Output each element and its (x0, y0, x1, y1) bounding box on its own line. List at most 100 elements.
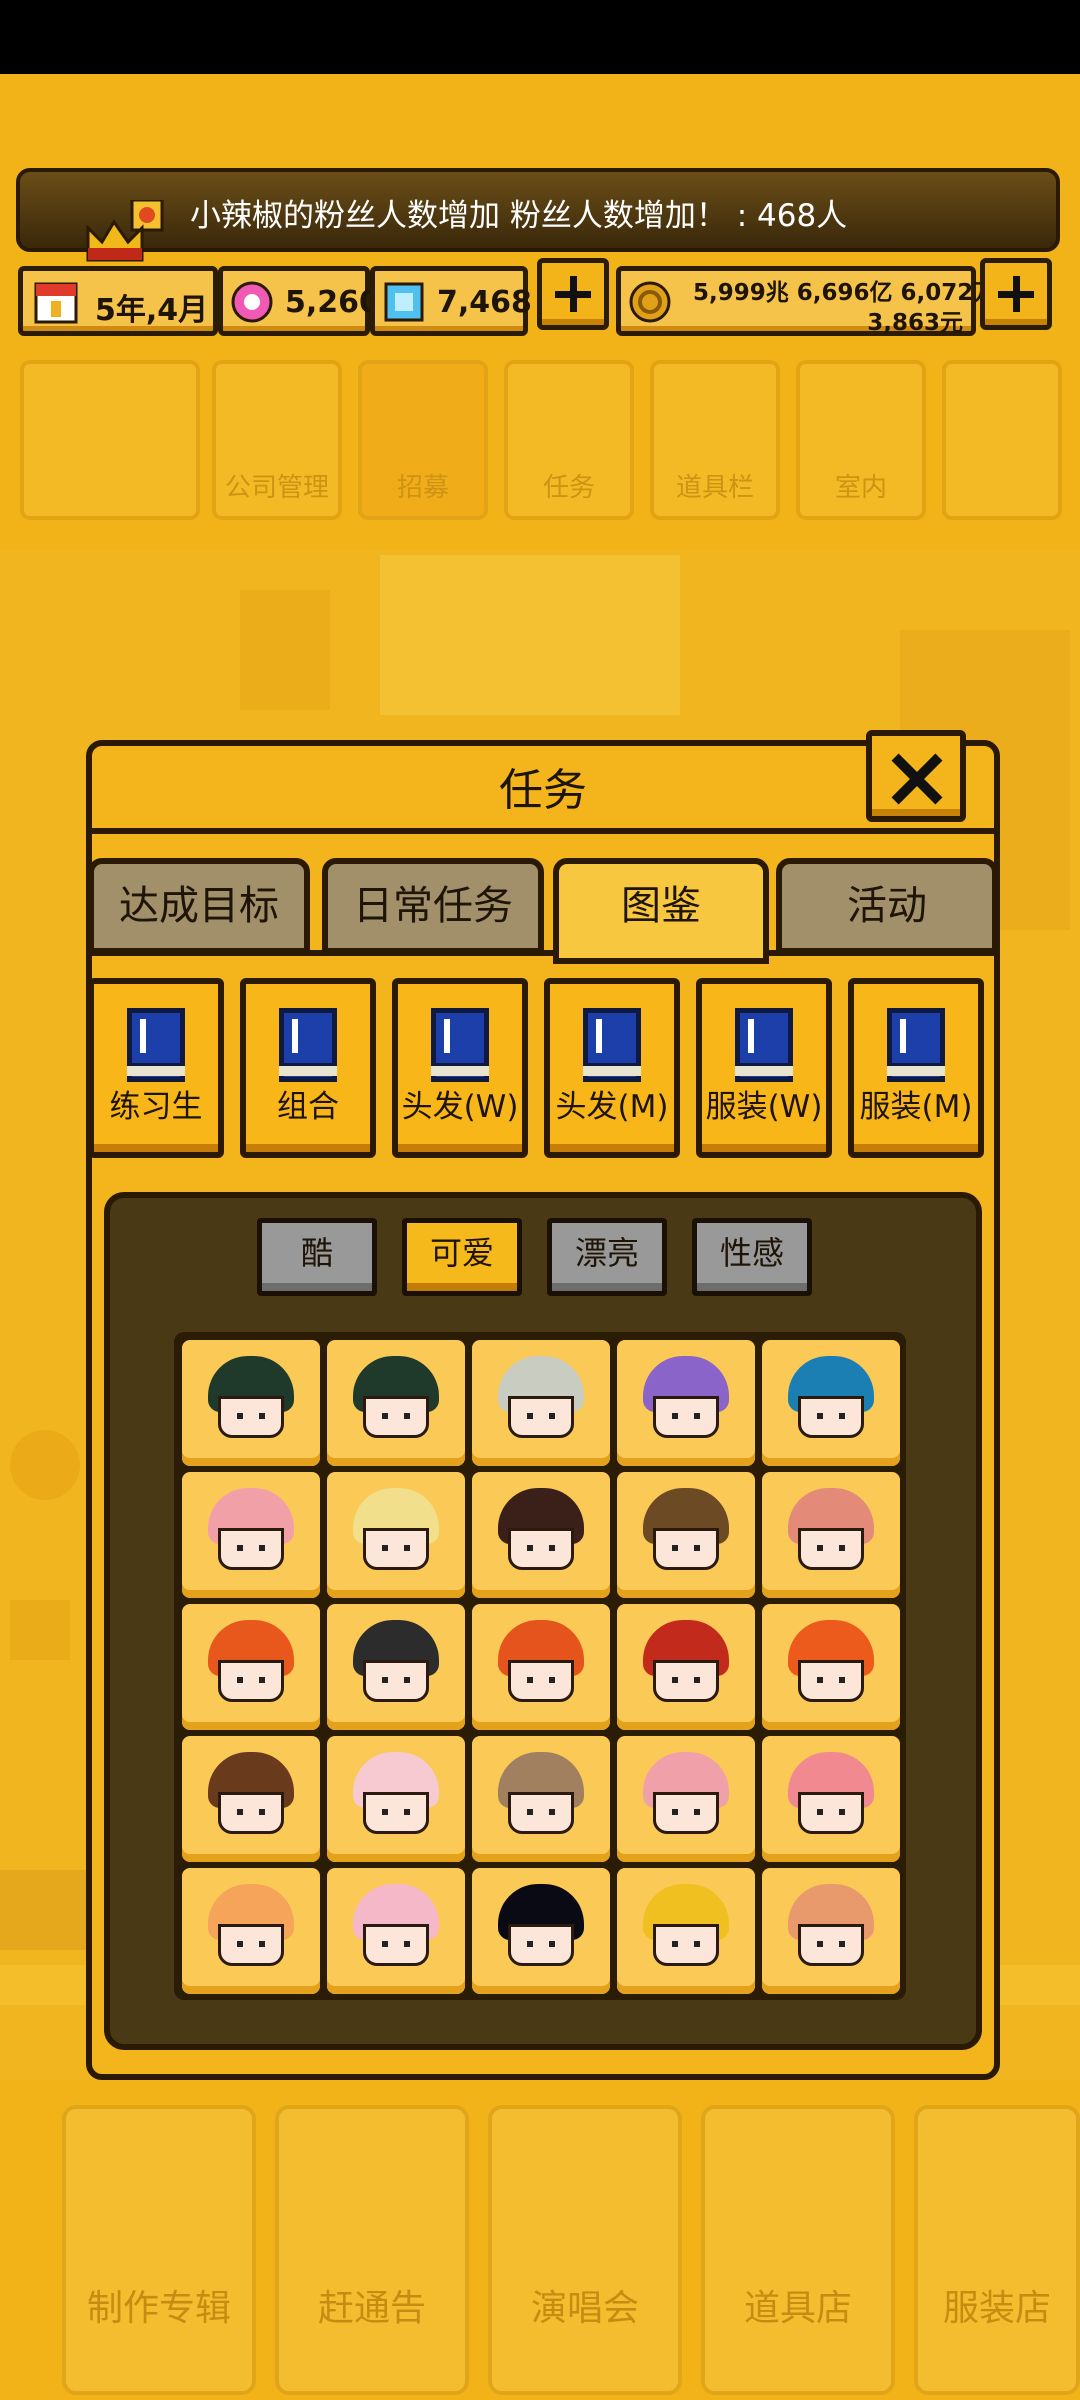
bg-menu-mail (942, 360, 1062, 520)
tab-achievements[interactable]: 达成目标 (88, 858, 310, 954)
hairstyle-cell[interactable] (327, 1736, 465, 1862)
status-bar (0, 0, 1080, 74)
character-head-icon (353, 1620, 439, 1712)
character-head-icon (498, 1488, 584, 1580)
pink-gem-icon (231, 281, 273, 323)
filter-cool[interactable]: 酷 (257, 1218, 377, 1296)
hairstyle-cell[interactable] (617, 1736, 755, 1862)
hairstyle-cell[interactable] (182, 1868, 320, 1994)
category-outfit-w[interactable]: 服装(W) (696, 978, 832, 1158)
bg-menu-label: 室内 (834, 473, 887, 503)
hairstyle-cell[interactable] (182, 1340, 320, 1466)
category-hair-m[interactable]: 头发(M) (544, 978, 680, 1158)
book-icon (583, 1008, 641, 1082)
character-head-icon (208, 1620, 294, 1712)
category-group[interactable]: 组合 (240, 978, 376, 1158)
filter-label: 可爱 (429, 1234, 494, 1272)
book-icon (279, 1008, 337, 1082)
bg-menu-label: 招募 (396, 473, 449, 503)
face-shape (508, 1792, 574, 1834)
hairstyle-cell[interactable] (762, 1604, 900, 1730)
face-shape (363, 1660, 429, 1702)
hairstyle-cell[interactable] (762, 1472, 900, 1598)
book-icon (127, 1008, 185, 1082)
face-shape (653, 1924, 719, 1966)
hairstyle-cell[interactable] (327, 1868, 465, 1994)
hairstyle-cell[interactable] (472, 1340, 610, 1466)
character-head-icon (643, 1356, 729, 1448)
nav-label: 服装店 (942, 2288, 1051, 2329)
face-shape (653, 1660, 719, 1702)
hairstyle-cell[interactable] (472, 1472, 610, 1598)
close-button[interactable] (866, 730, 966, 822)
category-outfit-m[interactable]: 服装(M) (848, 978, 984, 1158)
face-shape (218, 1396, 284, 1438)
tab-daily[interactable]: 日常任务 (322, 858, 544, 954)
crown-icon (86, 200, 164, 262)
date-display: 5年,4月 (18, 266, 218, 336)
tab-events[interactable]: 活动 (776, 858, 998, 954)
hairstyle-cell[interactable] (327, 1604, 465, 1730)
face-shape (363, 1396, 429, 1438)
nav-produce-album: 制作专辑 (62, 2105, 256, 2395)
face-shape (798, 1660, 864, 1702)
character-head-icon (353, 1884, 439, 1976)
category-label: 组合 (277, 1089, 339, 1125)
pink-gem-counter: 5,260 (218, 266, 380, 336)
tab-label: 日常任务 (353, 883, 513, 929)
pink-gem-value: 5,260 (285, 285, 380, 320)
notice-text: 小辣椒的粉丝人数增加 粉丝人数增加！ : 468人 (190, 198, 848, 234)
hairstyle-cell[interactable] (617, 1472, 755, 1598)
face-shape (798, 1924, 864, 1966)
nav-concert: 演唱会 (488, 2105, 682, 2395)
book-icon (887, 1008, 945, 1082)
face-shape (363, 1792, 429, 1834)
hairstyle-cell[interactable] (182, 1604, 320, 1730)
bg-menu-label: 公司管理 (224, 473, 329, 503)
book-icon (431, 1008, 489, 1082)
character-head-icon (788, 1884, 874, 1976)
filter-pretty[interactable]: 漂亮 (547, 1218, 667, 1296)
character-head-icon (208, 1752, 294, 1844)
add-money-button[interactable] (980, 258, 1052, 330)
dialog-title: 任务 (499, 765, 587, 816)
face-shape (363, 1528, 429, 1570)
character-head-icon (788, 1620, 874, 1712)
tab-label: 达成目标 (119, 883, 279, 929)
category-hair-w[interactable]: 头发(W) (392, 978, 528, 1158)
nav-clothing-shop: 服装店 (914, 2105, 1080, 2395)
nav-label: 演唱会 (530, 2288, 639, 2329)
bg-menu-interior: 室内 (796, 360, 926, 520)
hairstyle-cell[interactable] (327, 1472, 465, 1598)
hairstyle-cell[interactable] (327, 1340, 465, 1466)
face-shape (653, 1792, 719, 1834)
hairstyle-cell[interactable] (472, 1604, 610, 1730)
filter-cute[interactable]: 可爱 (402, 1218, 522, 1296)
hairstyle-cell[interactable] (617, 1604, 755, 1730)
hairstyle-cell[interactable] (762, 1868, 900, 1994)
character-head-icon (643, 1488, 729, 1580)
character-head-icon (498, 1356, 584, 1448)
character-head-icon (353, 1356, 439, 1448)
face-shape (363, 1924, 429, 1966)
hairstyle-cell[interactable] (617, 1868, 755, 1994)
face-shape (798, 1528, 864, 1570)
hairstyle-cell[interactable] (472, 1868, 610, 1994)
tab-collection[interactable]: 图鉴 (553, 858, 769, 964)
hairstyle-cell[interactable] (472, 1736, 610, 1862)
nav-schedule: 赶通告 (275, 2105, 469, 2395)
category-trainee[interactable]: 练习生 (88, 978, 224, 1158)
filter-sexy[interactable]: 性感 (692, 1218, 812, 1296)
filter-label: 性感 (719, 1234, 784, 1272)
add-gems-button[interactable] (537, 258, 609, 330)
hairstyle-cell[interactable] (762, 1736, 900, 1862)
nav-label: 赶通告 (317, 2288, 426, 2329)
hairstyle-cell[interactable] (182, 1736, 320, 1862)
hairstyle-cell[interactable] (762, 1340, 900, 1466)
hairstyle-cell[interactable] (182, 1472, 320, 1598)
category-label: 头发(M) (555, 1089, 669, 1125)
bg-menu-inventory: 道具栏 (650, 360, 780, 520)
hairstyle-cell[interactable] (617, 1340, 755, 1466)
tab-label: 图鉴 (621, 883, 701, 929)
face-shape (798, 1396, 864, 1438)
